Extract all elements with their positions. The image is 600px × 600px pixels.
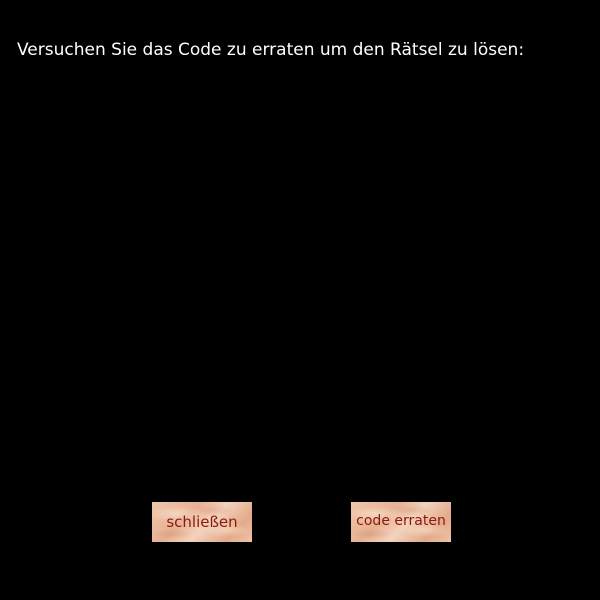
guess-code-button[interactable]: code erraten: [351, 502, 451, 542]
puzzle-prompt-text: Versuchen Sie das Code zu erraten um den…: [17, 40, 525, 60]
close-button[interactable]: schließen: [152, 502, 252, 542]
